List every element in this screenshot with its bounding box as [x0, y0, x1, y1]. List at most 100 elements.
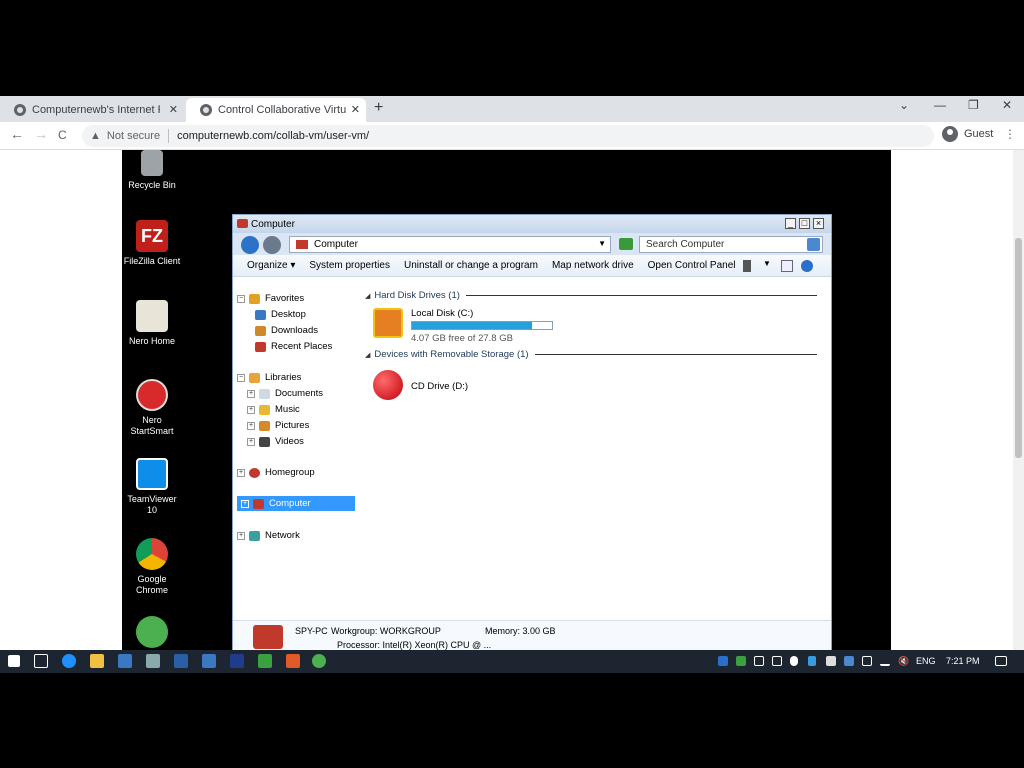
tray-icon[interactable] [826, 656, 836, 666]
expand-icon[interactable]: + [247, 437, 255, 446]
address-box[interactable]: Computer ▼ [289, 236, 611, 253]
reload-icon[interactable]: C [58, 128, 67, 142]
desktop-icon-nero-startsmart[interactable]: Nero StartSmart [122, 379, 182, 437]
menu-icon[interactable]: ⋮ [1004, 127, 1016, 141]
uninstall-program-button[interactable]: Uninstall or change a program [404, 260, 538, 271]
collapse-triangle-icon[interactable]: ◢ [365, 351, 370, 359]
local-disk-icon[interactable] [373, 308, 403, 338]
tab-collab-vm[interactable]: Control Collaborative Virtual Ma ✕ [186, 98, 366, 122]
tray-icon[interactable] [754, 656, 764, 666]
nav-libraries[interactable]: − Libraries [237, 370, 301, 385]
nav-recent-places[interactable]: Recent Places [255, 339, 332, 354]
forward-arrow-icon[interactable]: → [34, 126, 48, 142]
nav-pictures[interactable]: + Pictures [247, 418, 309, 433]
expand-icon[interactable]: + [237, 468, 245, 477]
task-view-icon[interactable] [34, 654, 48, 668]
language-indicator[interactable]: ENG [916, 656, 936, 666]
desktop-icon-nero-home[interactable]: Nero Home [122, 300, 182, 347]
chrome-icon[interactable] [312, 654, 326, 668]
desktop-icon-partial[interactable] [122, 616, 182, 650]
explorer-title-bar[interactable]: Computer _ □ × [233, 215, 831, 233]
cd-drive-icon[interactable] [373, 370, 403, 400]
back-icon[interactable] [241, 236, 259, 254]
nav-documents[interactable]: + Documents [247, 386, 323, 401]
url-text[interactable]: computernewb.com/collab-vm/user-vm/ [177, 130, 369, 142]
expand-icon[interactable]: + [241, 499, 249, 508]
notifications-icon[interactable] [995, 656, 1007, 666]
clock[interactable]: 7:21 PM [946, 656, 980, 666]
group-header-hard-disk-drives[interactable]: ◢ Hard Disk Drives (1) [365, 290, 817, 301]
desktop-icon-chrome[interactable]: Google Chrome [122, 538, 182, 596]
minimize-button[interactable]: _ [785, 218, 796, 229]
chevron-down-icon[interactable]: ▼ [763, 259, 775, 271]
organize-button[interactable]: Organize ▾ [247, 260, 295, 271]
edge-icon[interactable] [62, 654, 76, 668]
expand-icon[interactable]: + [247, 389, 255, 398]
app-icon[interactable] [258, 654, 272, 668]
tab-search-dropdown-icon[interactable]: ⌄ [899, 98, 909, 112]
tray-icon[interactable] [772, 656, 782, 666]
expand-icon[interactable]: + [247, 421, 255, 430]
cd-drive-name[interactable]: CD Drive (D:) [411, 381, 468, 392]
window-maximize-button[interactable]: ❐ [968, 98, 979, 112]
security-label[interactable]: Not secure [107, 130, 160, 142]
nav-videos[interactable]: + Videos [247, 434, 304, 449]
help-icon[interactable] [801, 260, 813, 272]
collapse-triangle-icon[interactable]: ◢ [365, 292, 370, 300]
local-disk-name[interactable]: Local Disk (C:) [411, 308, 473, 319]
tray-icon[interactable] [718, 656, 728, 666]
tab-close-icon[interactable]: ✕ [169, 103, 178, 116]
system-properties-button[interactable]: System properties [309, 260, 390, 271]
profile-button[interactable]: Guest [942, 126, 993, 142]
group-header-removable-storage[interactable]: ◢ Devices with Removable Storage (1) [365, 349, 817, 360]
preview-pane-icon[interactable] [781, 260, 793, 272]
warning-triangle-icon[interactable]: ▲ [90, 130, 101, 142]
tray-icon[interactable] [844, 656, 854, 666]
app-icon[interactable] [174, 654, 188, 668]
nav-downloads[interactable]: Downloads [255, 323, 318, 338]
new-tab-button[interactable]: + [374, 99, 383, 117]
close-button[interactable]: × [813, 218, 824, 229]
network-icon[interactable] [880, 656, 890, 666]
window-minimize-button[interactable]: — [934, 98, 946, 112]
desktop-icon-teamviewer[interactable]: TeamViewer 10 [122, 458, 182, 516]
tab-close-icon[interactable]: ✕ [351, 103, 360, 116]
open-control-panel-button[interactable]: Open Control Panel [648, 260, 736, 271]
bluetooth-icon[interactable] [808, 656, 816, 666]
window-close-button[interactable]: ✕ [1002, 98, 1012, 112]
vm-screen[interactable]: Recycle Bin FZ FileZilla Client Nero Hom… [122, 150, 891, 650]
nav-favorites[interactable]: − Favorites [237, 291, 304, 306]
view-options-icon[interactable] [743, 260, 751, 272]
microphone-icon[interactable] [790, 656, 798, 666]
tray-icon[interactable] [736, 656, 746, 666]
collapse-icon[interactable]: − [237, 373, 245, 382]
refresh-icon[interactable] [619, 238, 633, 250]
app-icon[interactable] [230, 654, 244, 668]
tab-computernewb-pub[interactable]: Computernewb's Internet Pub H ✕ [0, 98, 184, 122]
maximize-button[interactable]: □ [799, 218, 810, 229]
app-icon[interactable] [286, 654, 300, 668]
start-windows-icon[interactable] [8, 655, 20, 667]
explorer-window[interactable]: Computer _ □ × Computer ▼ Search Compute… [232, 214, 832, 650]
chevron-down-icon[interactable]: ▼ [598, 239, 606, 248]
app-icon[interactable] [146, 654, 160, 668]
page-scrollbar[interactable] [1013, 150, 1024, 650]
nav-computer[interactable]: + Computer [237, 496, 355, 511]
nav-music[interactable]: + Music [247, 402, 300, 417]
app-icon[interactable] [202, 654, 216, 668]
volume-icon[interactable]: 🔇 [898, 656, 909, 666]
search-input[interactable]: Search Computer [639, 236, 823, 253]
desktop-icon-recycle-bin[interactable]: Recycle Bin [122, 150, 182, 191]
forward-icon[interactable] [263, 236, 281, 254]
address-bar[interactable]: ▲ Not secure computernewb.com/collab-vm/… [82, 125, 934, 147]
scrollbar-thumb[interactable] [1015, 238, 1022, 458]
nav-network[interactable]: + Network [237, 528, 300, 543]
expand-icon[interactable]: + [237, 531, 245, 540]
expand-icon[interactable]: + [247, 405, 255, 414]
collapse-icon[interactable]: − [237, 294, 245, 303]
nav-desktop[interactable]: Desktop [255, 307, 306, 322]
nav-homegroup[interactable]: + Homegroup [237, 465, 315, 480]
desktop-icon-filezilla[interactable]: FZ FileZilla Client [122, 220, 182, 267]
store-icon[interactable] [118, 654, 132, 668]
tray-icon[interactable] [862, 656, 872, 666]
